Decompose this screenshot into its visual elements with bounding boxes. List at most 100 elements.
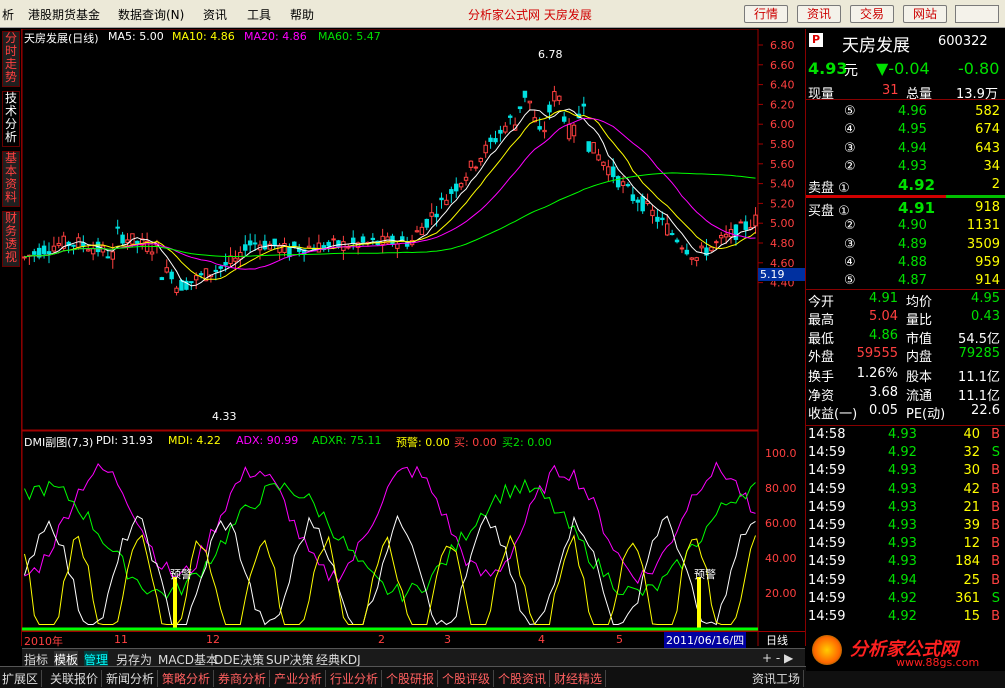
candle-body	[164, 267, 169, 273]
stat-value: 5.04	[869, 309, 898, 325]
tab-strategy[interactable]: 策略分析	[162, 670, 215, 687]
tab-sector[interactable]: 行业分析	[330, 670, 383, 687]
tab-news-analysis[interactable]: 新闻分析	[106, 670, 159, 687]
tab-info-workshop[interactable]: 资讯工场	[752, 670, 805, 687]
tab-fundamental-label: 基本资料	[4, 151, 17, 204]
quote-button[interactable]: 行情	[744, 5, 788, 23]
trade-button[interactable]: 交易	[850, 5, 894, 23]
candle-body	[650, 209, 655, 217]
menu-item-analysis[interactable]: 析	[2, 6, 14, 23]
candle-body	[414, 230, 420, 233]
news-button[interactable]: 资讯	[797, 5, 841, 23]
chart-svg[interactable]: 6.80 6.60 6.40 6.20 6.00 5.80 5.60 5.40 5.20 5.00…	[21, 28, 805, 646]
stat-value: 4.95	[971, 291, 1000, 306]
tab-research[interactable]: 个股研报	[386, 670, 439, 687]
stat-label: 均价	[906, 295, 933, 310]
tab-stock-news[interactable]: 个股资讯	[498, 670, 551, 687]
menu-item-news[interactable]: 资讯	[203, 6, 227, 23]
tab-technical[interactable]: 技术分析	[2, 91, 20, 147]
high-price-label: 6.78	[538, 48, 563, 61]
tick-direction: B	[991, 499, 1000, 515]
tick-direction: B	[991, 536, 1000, 552]
buy-price: 4.90	[898, 218, 927, 234]
candle-body	[694, 257, 699, 261]
candle-body	[665, 223, 670, 236]
tick-row: 14:59 4.92 15 B	[806, 608, 1005, 626]
buy-price: 4.89	[898, 236, 927, 252]
indicator-toolbar: 指标 模板 管理 另存为 MACD基本 DDE决策 SUP决策 经典KDJ + …	[22, 648, 805, 668]
tick-direction: S	[991, 590, 1000, 606]
tab-technical-label: 技术分析	[4, 91, 17, 144]
candle-body	[159, 277, 165, 281]
left-tab-strip: 分时走势 技术分析 基本资料 财务透视	[0, 29, 22, 646]
candle-body	[738, 221, 744, 224]
tick-time: 14:59	[808, 536, 846, 552]
chart-area[interactable]: 6.80 6.60 6.40 6.20 6.00 5.80 5.60 5.40 5.20 5.00…	[21, 28, 805, 648]
candle-body	[635, 199, 641, 203]
ma5-value: MA5: 5.00	[108, 30, 164, 43]
stat-value: 4.91	[869, 291, 898, 306]
candle-body	[709, 246, 714, 252]
vol-total-label: 总量	[906, 87, 933, 102]
tab-ext-area[interactable]: 扩展区	[2, 670, 43, 687]
sell-level: ⑤	[844, 104, 856, 119]
buy-level: ③	[844, 236, 856, 252]
buy-volume: 3509	[966, 236, 1000, 252]
x-tick-label: 5	[616, 633, 623, 646]
sell-price: 4.94	[898, 140, 927, 156]
period-label[interactable]: 日线	[766, 632, 788, 648]
candle-body	[419, 226, 425, 236]
candle-body	[586, 141, 591, 152]
buy-price: 4.91	[898, 199, 936, 217]
sell-volume: 582	[975, 104, 1000, 119]
main-y-tick: 6.40	[770, 79, 795, 92]
buy-level: ④	[844, 254, 856, 270]
tick-volume: 15	[963, 609, 980, 624]
candle-body	[478, 157, 483, 163]
vol-now: 31	[882, 83, 899, 98]
warn-value: 预警: 0.00	[396, 436, 450, 449]
candle-body	[669, 233, 675, 236]
tick-time: 14:58	[808, 427, 846, 442]
zoom-controls[interactable]: + - ▶	[762, 651, 793, 665]
sell-row: ④ 4.95 674	[806, 121, 1005, 139]
tick-price: 4.93	[888, 463, 917, 479]
stat-row: 收益(一) 0.05 PE(动) 22.6	[806, 402, 1005, 422]
stock-title-row: P 天房发展 600322	[806, 31, 1005, 56]
candle-body	[596, 154, 601, 161]
stat-row: 今开 4.91 均价 4.95	[806, 290, 1005, 310]
dmi-line	[24, 534, 756, 625]
tab-industry-chain[interactable]: 产业分析	[274, 670, 327, 687]
candle-body	[655, 216, 660, 222]
tab-intraday[interactable]: 分时走势	[2, 31, 20, 87]
tab-rating[interactable]: 个股评级	[442, 670, 495, 687]
window-controls[interactable]	[955, 5, 999, 23]
candle-body	[743, 221, 748, 230]
tab-financial[interactable]: 财务透视	[2, 211, 20, 267]
x-tick-label: 2010年	[24, 635, 63, 648]
menu-item-help[interactable]: 帮助	[290, 6, 314, 23]
tab-fundamental[interactable]: 基本资料	[2, 151, 20, 207]
tab-finance-picks[interactable]: 财经精选	[554, 670, 607, 687]
menu-item-data-query[interactable]: 数据查询(N)	[118, 6, 184, 23]
menu-item-hk-futures[interactable]: 港股期货基金	[28, 6, 100, 23]
candle-body	[620, 181, 626, 187]
tab-related-quote[interactable]: 关联报价	[50, 670, 103, 687]
date-tag: 2011/06/16/四	[664, 632, 747, 648]
tab-broker[interactable]: 券商分析	[218, 670, 271, 687]
adx-value: ADX: 90.99	[236, 434, 299, 447]
candle-body	[233, 257, 238, 262]
stat-row: 净资 3.68 流通 11.1亿	[806, 384, 1005, 404]
tick-price: 4.92	[888, 590, 917, 606]
candle-body	[179, 279, 184, 291]
website-button[interactable]: 网站	[903, 5, 947, 23]
candle-body	[571, 124, 577, 137]
menu-item-tools[interactable]: 工具	[247, 6, 271, 23]
stat-label: 最低	[808, 331, 835, 347]
ma10-value: MA10: 4.86	[172, 30, 235, 43]
candlestick-series	[22, 85, 758, 296]
stat-label: PE(动)	[906, 406, 946, 422]
candle-body	[115, 226, 120, 229]
x-tick-label: 12	[206, 633, 220, 646]
candle-body	[306, 245, 312, 249]
